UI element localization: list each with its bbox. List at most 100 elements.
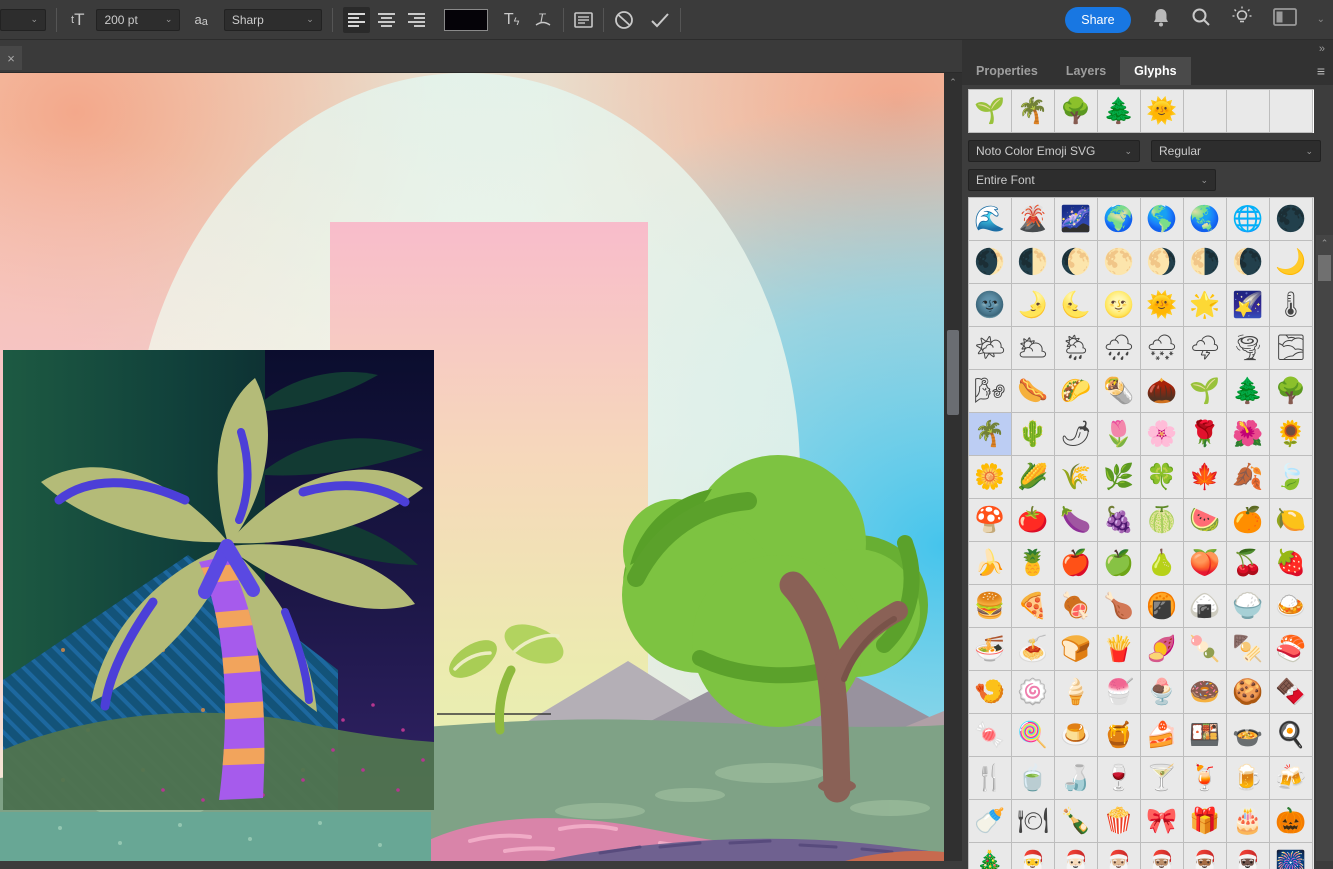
glyph-cell[interactable]: 🌎: [1141, 198, 1184, 241]
recent-glyph-cell[interactable]: [1227, 90, 1270, 133]
glyph-cell[interactable]: 🌦: [1055, 327, 1098, 370]
glyph-cell[interactable]: 🍙: [1184, 585, 1227, 628]
char-paragraph-panel-icon[interactable]: [574, 7, 593, 33]
glyph-cell[interactable]: 🍀: [1141, 456, 1184, 499]
glyph-cell[interactable]: 🍝: [1012, 628, 1055, 671]
glyph-cell[interactable]: 🎅🏾: [1184, 843, 1227, 869]
glyph-cell[interactable]: 🍂: [1227, 456, 1270, 499]
glyph-cell[interactable]: 🍋: [1270, 499, 1313, 542]
glyph-cell[interactable]: 🍥: [1012, 671, 1055, 714]
glyph-cell[interactable]: 🍛: [1270, 585, 1313, 628]
chevron-down-icon[interactable]: ⌄: [1317, 14, 1325, 25]
glyph-cell[interactable]: 🍫: [1270, 671, 1313, 714]
glyph-cell[interactable]: 🍜: [969, 628, 1012, 671]
glyph-cell[interactable]: 🍅: [1012, 499, 1055, 542]
recent-glyph-cell[interactable]: 🌴: [1012, 90, 1055, 133]
glyph-cell[interactable]: 🌤: [969, 327, 1012, 370]
glyph-cell[interactable]: 🍊: [1227, 499, 1270, 542]
glyph-cell[interactable]: 🎅🏼: [1098, 843, 1141, 869]
glyph-cell[interactable]: 🌺: [1227, 413, 1270, 456]
glyph-cell[interactable]: 🍶: [1055, 757, 1098, 800]
glyph-cell[interactable]: 🌛: [1012, 284, 1055, 327]
glyph-cell[interactable]: 🌪: [1227, 327, 1270, 370]
recent-glyph-cell[interactable]: [1184, 90, 1227, 133]
glyph-cell[interactable]: 🌧: [1098, 327, 1141, 370]
glyph-cell[interactable]: 🍱: [1184, 714, 1227, 757]
glyph-cell[interactable]: 🌏: [1184, 198, 1227, 241]
collapse-panel-icon[interactable]: »: [1319, 43, 1325, 55]
glyph-grid-scrollbar[interactable]: ⌃: [1316, 235, 1333, 861]
glyph-cell[interactable]: 🍏: [1098, 542, 1141, 585]
glyph-cell[interactable]: 🍒: [1227, 542, 1270, 585]
align-left-button[interactable]: [343, 7, 370, 33]
glyph-cell[interactable]: 🌾: [1055, 456, 1098, 499]
glyph-cell[interactable]: 🌌: [1055, 198, 1098, 241]
canvas-scrollbar[interactable]: ⌃: [944, 73, 962, 861]
glyph-cell[interactable]: 🍭: [1012, 714, 1055, 757]
glyph-cell[interactable]: 🌟: [1184, 284, 1227, 327]
glyph-cell[interactable]: 🌕: [1098, 241, 1141, 284]
glyph-cell[interactable]: 🌼: [969, 456, 1012, 499]
glyph-cell[interactable]: 🍑: [1184, 542, 1227, 585]
notifications-bell-icon[interactable]: [1151, 7, 1171, 33]
glyph-cell[interactable]: 🌱: [1184, 370, 1227, 413]
canvas-scrollbar-thumb[interactable]: [947, 330, 959, 415]
glyph-cell[interactable]: 🍦: [1055, 671, 1098, 714]
glyph-cell[interactable]: 🌝: [1098, 284, 1141, 327]
glyph-cell[interactable]: 🌬: [969, 370, 1012, 413]
glyph-cell[interactable]: 🌋: [1012, 198, 1055, 241]
glyph-cell[interactable]: 🍴: [969, 757, 1012, 800]
glyph-cell[interactable]: 🌩: [1184, 327, 1227, 370]
commit-button[interactable]: [650, 7, 670, 33]
glyph-cell[interactable]: 🌜: [1055, 284, 1098, 327]
glyph-cell[interactable]: 🌊: [969, 198, 1012, 241]
glyph-cell[interactable]: 🍻: [1270, 757, 1313, 800]
search-icon[interactable]: [1191, 7, 1211, 32]
glyph-cell[interactable]: 🍗: [1098, 585, 1141, 628]
glyph-cell[interactable]: 🍹: [1184, 757, 1227, 800]
tab-layers[interactable]: Layers: [1052, 57, 1120, 85]
glyph-cell[interactable]: 🌖: [1141, 241, 1184, 284]
glyph-cell[interactable]: 🍡: [1184, 628, 1227, 671]
glyph-cell[interactable]: 🍇: [1098, 499, 1141, 542]
glyph-cell[interactable]: 🍾: [1055, 800, 1098, 843]
glyph-cell[interactable]: 🌓: [1012, 241, 1055, 284]
recent-glyph-cell[interactable]: 🌱: [969, 90, 1012, 133]
glyph-cell[interactable]: 🍍: [1012, 542, 1055, 585]
glyph-cell[interactable]: 🍸: [1141, 757, 1184, 800]
glyph-cell[interactable]: 🌯: [1098, 370, 1141, 413]
glyph-cell[interactable]: 🍚: [1227, 585, 1270, 628]
glyph-cell[interactable]: 🍞: [1055, 628, 1098, 671]
canvas[interactable]: [0, 73, 944, 861]
glyph-cell[interactable]: 🌳: [1270, 370, 1313, 413]
glyph-cell[interactable]: 🍨: [1141, 671, 1184, 714]
glyph-cell[interactable]: 🌡: [1270, 284, 1313, 327]
recent-glyph-cell[interactable]: 🌳: [1055, 90, 1098, 133]
close-document-icon[interactable]: ×: [0, 46, 22, 70]
tab-properties[interactable]: Properties: [962, 57, 1052, 85]
glyph-cell[interactable]: 🎅🏽: [1141, 843, 1184, 869]
glyph-cell[interactable]: 🍲: [1227, 714, 1270, 757]
chevron-up-icon[interactable]: ⌃: [944, 77, 962, 88]
glyph-cell[interactable]: 🍧: [1098, 671, 1141, 714]
antialias-dropdown[interactable]: Sharp ⌄: [224, 9, 322, 31]
glyph-cell[interactable]: 🎂: [1227, 800, 1270, 843]
glyph-cell[interactable]: 🍈: [1141, 499, 1184, 542]
glyph-cell[interactable]: 🍃: [1270, 456, 1313, 499]
glyph-cell[interactable]: 🍷: [1098, 757, 1141, 800]
font-size-dropdown[interactable]: 200 pt ⌄: [96, 9, 180, 31]
glyph-cell[interactable]: 🎀: [1141, 800, 1184, 843]
glyph-cell[interactable]: 🌍: [1098, 198, 1141, 241]
glyph-cell[interactable]: 🍉: [1184, 499, 1227, 542]
glyph-cell[interactable]: 🌒: [969, 241, 1012, 284]
glyph-cell[interactable]: 🎃: [1270, 800, 1313, 843]
glyph-cell[interactable]: 🎅: [1012, 843, 1055, 869]
share-button[interactable]: Share: [1065, 7, 1130, 33]
glyph-cell[interactable]: 🎄: [969, 843, 1012, 869]
align-center-button[interactable]: [373, 7, 400, 33]
glyph-cell[interactable]: 🌶: [1055, 413, 1098, 456]
glyph-cell[interactable]: 🍤: [969, 671, 1012, 714]
glyph-cell[interactable]: 🌑: [1270, 198, 1313, 241]
glyph-cell[interactable]: 🌗: [1184, 241, 1227, 284]
text-color-swatch[interactable]: [444, 9, 488, 31]
